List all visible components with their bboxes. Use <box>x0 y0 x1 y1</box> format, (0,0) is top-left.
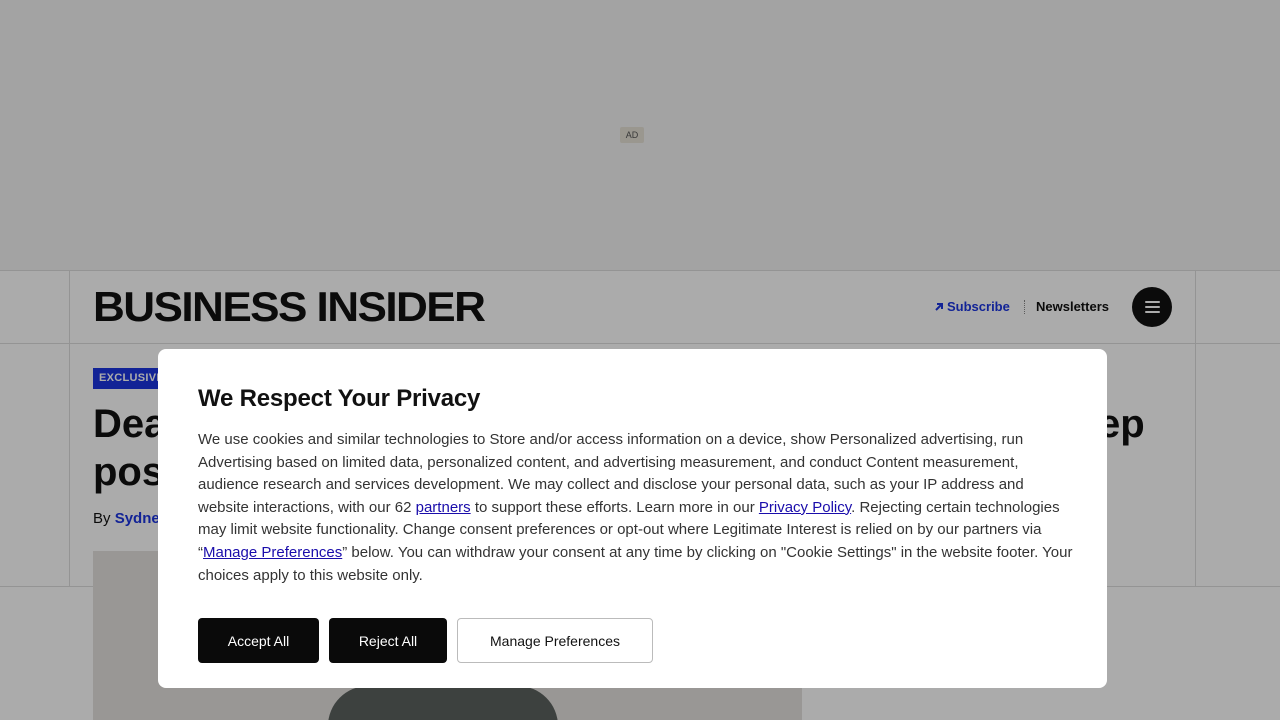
manage-preferences-link[interactable]: Manage Preferences <box>203 544 342 561</box>
partners-link[interactable]: partners <box>416 499 471 516</box>
manage-preferences-button[interactable]: Manage Preferences <box>457 618 653 663</box>
consent-body: We use cookies and similar technologies … <box>198 431 1073 584</box>
privacy-policy-link[interactable]: Privacy Policy <box>759 499 851 516</box>
consent-title: We Respect Your Privacy <box>198 385 481 412</box>
reject-all-button[interactable]: Reject All <box>329 618 447 663</box>
privacy-consent-dialog: We Respect Your Privacy We use cookies a… <box>158 349 1107 688</box>
accept-all-button[interactable]: Accept All <box>198 618 319 663</box>
